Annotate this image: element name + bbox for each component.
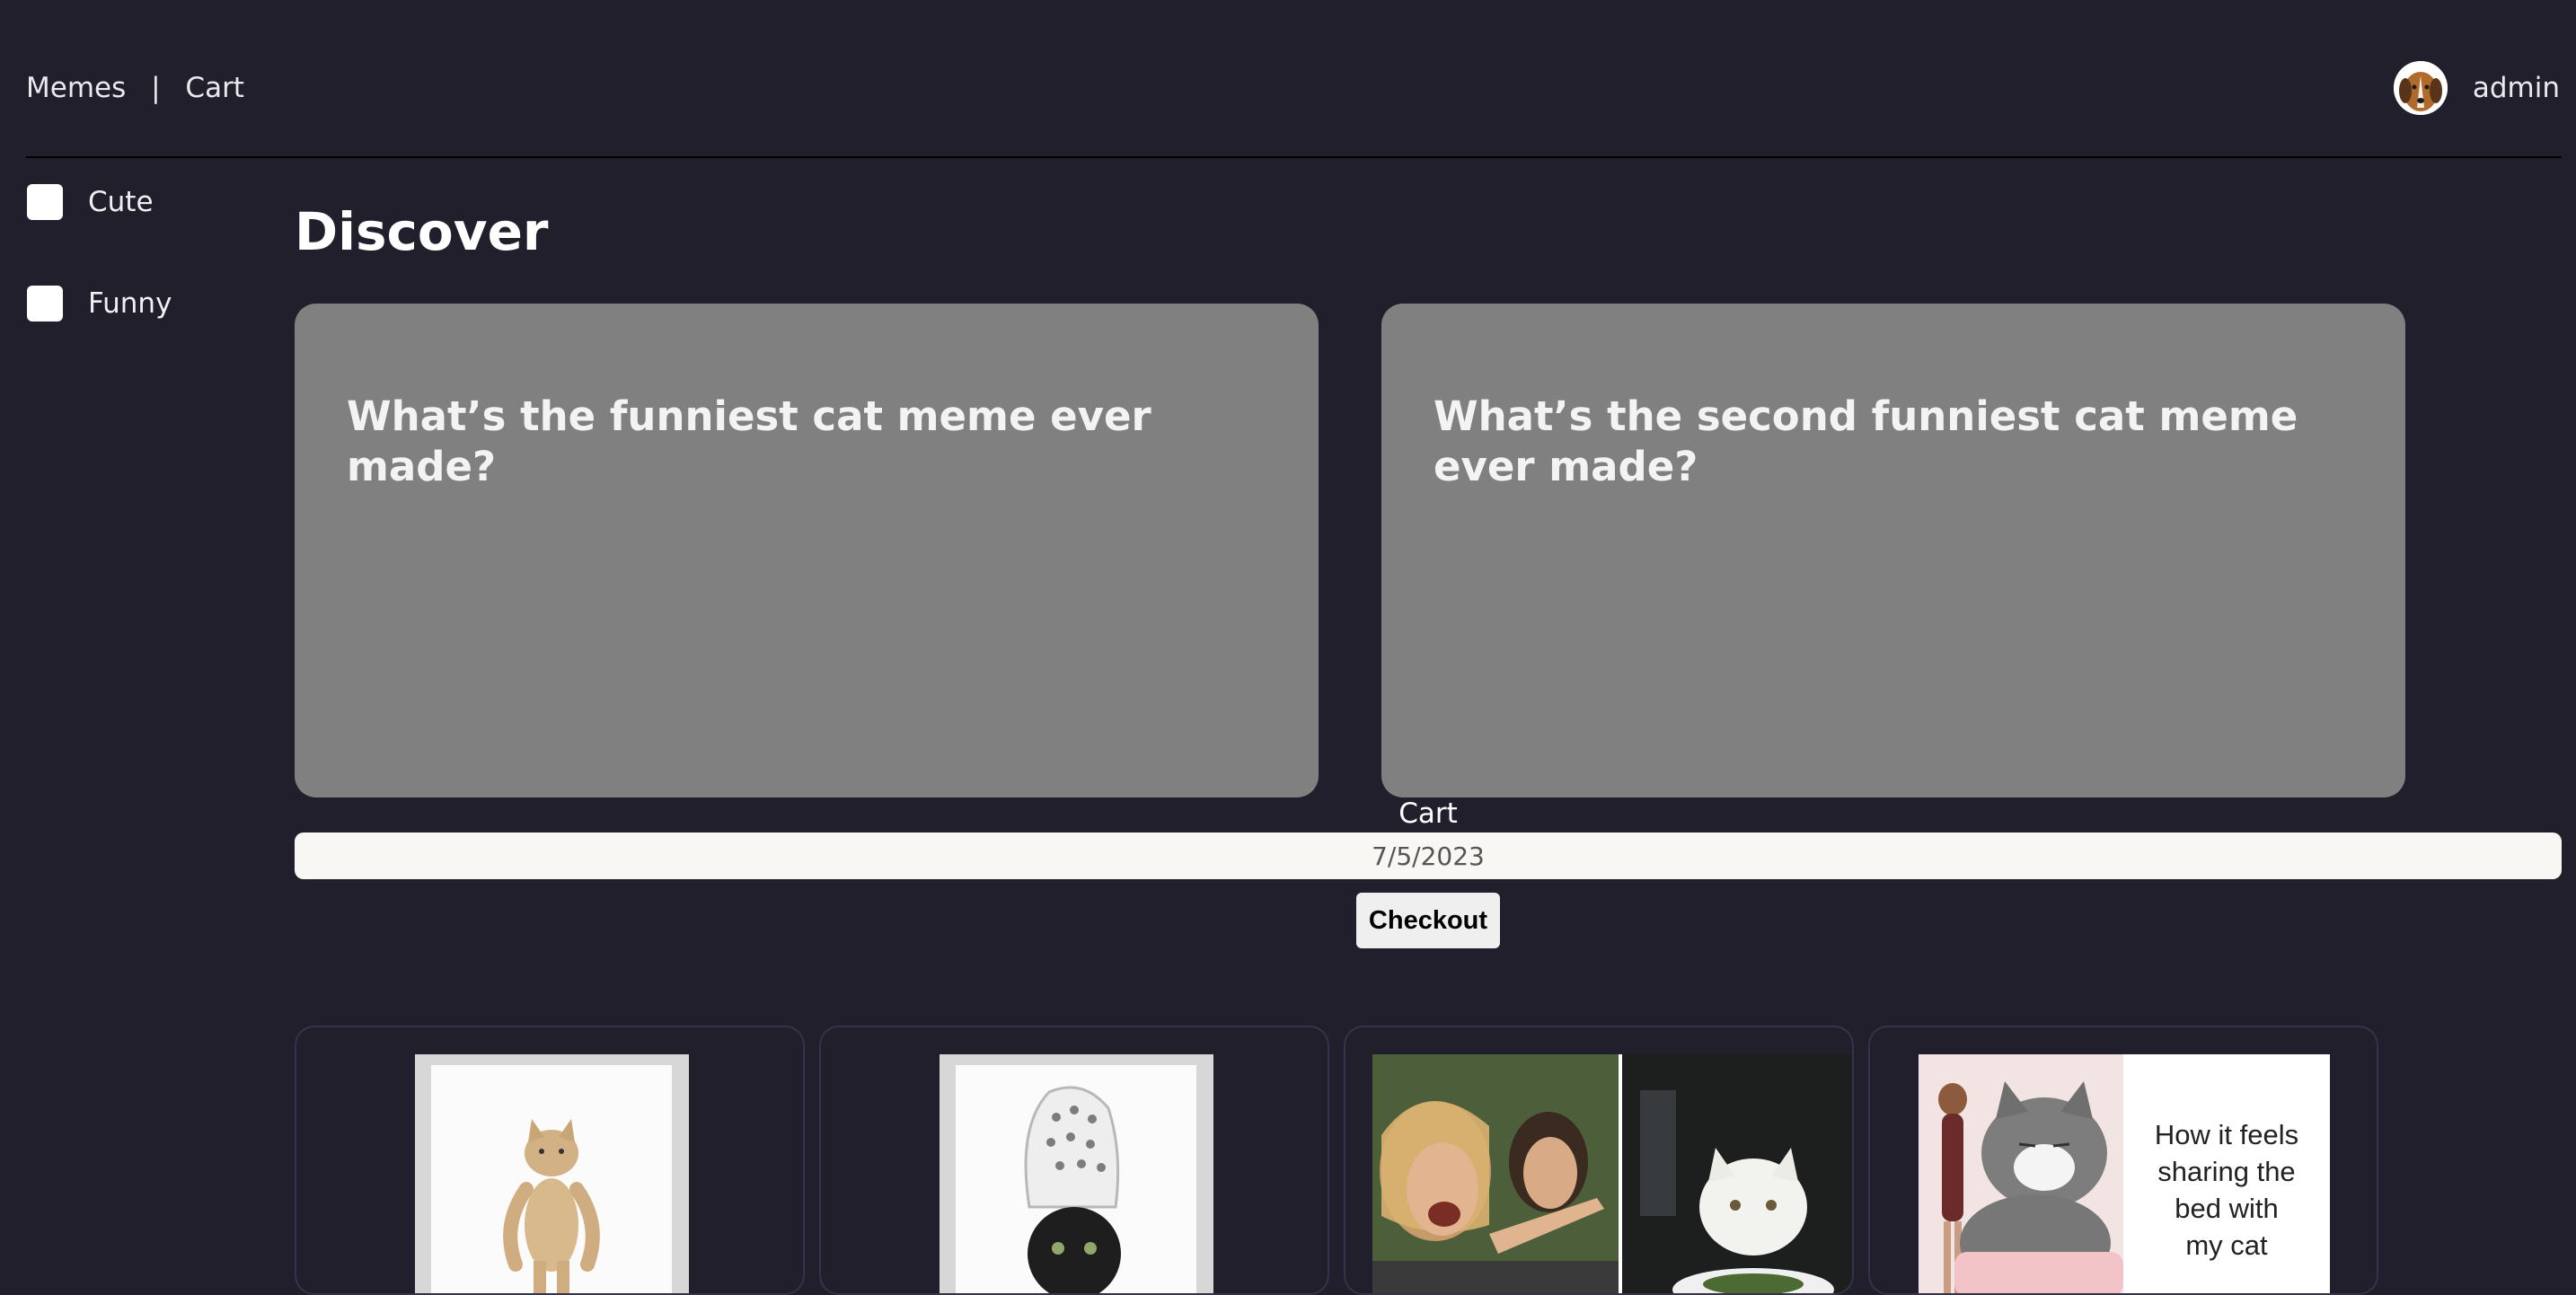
cart-date-field[interactable]: 7/5/2023 (295, 832, 2562, 879)
meme-caption-line: How it feels (2155, 1119, 2298, 1150)
top-nav: Memes | Cart (26, 72, 244, 104)
featured-question: What’s the second funniest cat meme ever… (1434, 392, 2298, 490)
nav-cart-link[interactable]: Cart (185, 72, 244, 104)
meme-caption-line: my cat (2185, 1229, 2268, 1261)
cart-date: 7/5/2023 (1372, 841, 1485, 871)
woman-yelling-at-cat-image (1372, 1054, 1852, 1293)
nav-memes-link[interactable]: Memes (26, 72, 126, 104)
nav-separator: | (151, 72, 161, 104)
page-title: Discover (295, 201, 549, 262)
cart-title: Cart (1398, 797, 1458, 830)
meme-caption-line: sharing the (2157, 1156, 2295, 1187)
dog-avatar-icon (2393, 61, 2448, 115)
meme-tile[interactable] (295, 1026, 805, 1295)
meme-tile[interactable] (1344, 1026, 1854, 1295)
checkout-button[interactable]: Checkout (1356, 893, 1500, 948)
user-menu[interactable]: admin (2393, 61, 2560, 115)
filter-label: Cute (88, 186, 154, 218)
header-divider (26, 156, 2562, 158)
funny-checkbox[interactable] (27, 286, 63, 322)
username: admin (2472, 72, 2560, 104)
meme-tile[interactable]: How it feels sharing the bed with my cat (1868, 1026, 2378, 1295)
avatar[interactable] (2393, 61, 2448, 115)
dancing-cat-image (415, 1054, 689, 1293)
filter-funny[interactable]: Funny (27, 286, 172, 322)
featured-question: What’s the funniest cat meme ever made? (347, 392, 1151, 490)
featured-card[interactable]: What’s the second funniest cat meme ever… (1381, 304, 2405, 797)
cat-sharing-bed-image: How it feels sharing the bed with my cat (1919, 1054, 2330, 1293)
meme-caption-line: bed with (2175, 1193, 2278, 1224)
cute-checkbox[interactable] (27, 184, 63, 220)
filter-cute[interactable]: Cute (27, 184, 154, 220)
cat-with-croc-hat-image (940, 1054, 1213, 1293)
meme-tile[interactable] (819, 1026, 1329, 1295)
filter-label: Funny (88, 287, 172, 320)
featured-card[interactable]: What’s the funniest cat meme ever made? (295, 304, 1319, 797)
